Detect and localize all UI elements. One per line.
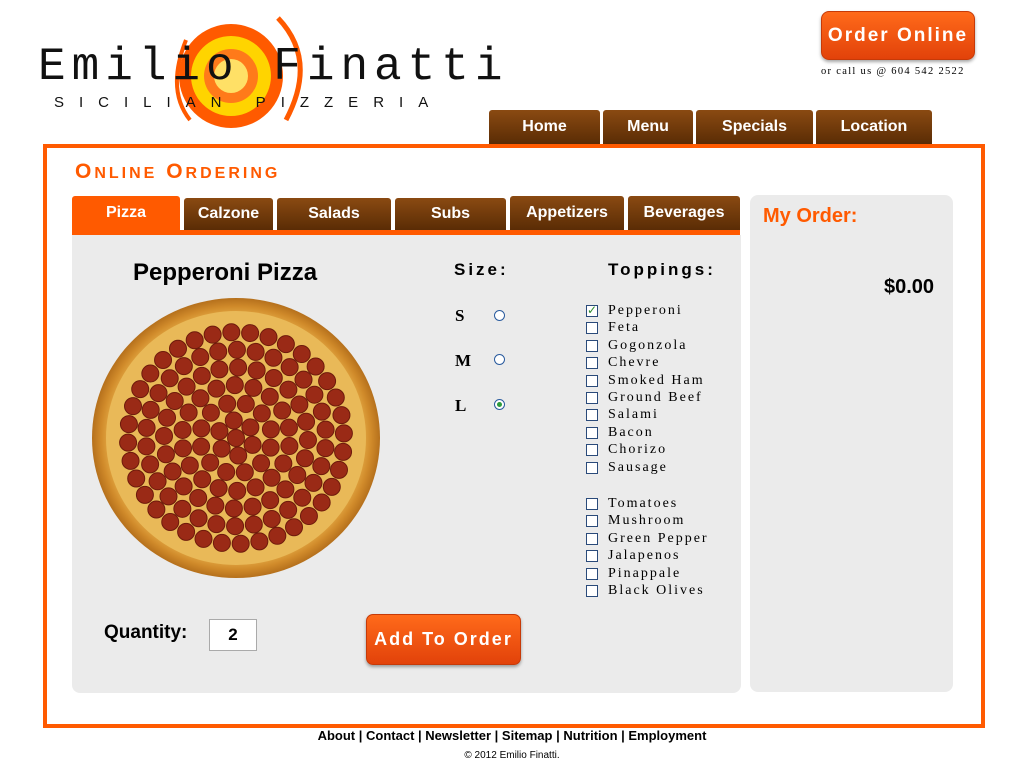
topping-checkbox[interactable] — [586, 392, 598, 404]
logo-subtitle: SICILIAN PIZZERIA — [54, 94, 444, 111]
topping-row[interactable]: Mushroom — [586, 513, 685, 529]
size-l-label: L — [455, 396, 467, 415]
size-m-radio[interactable] — [494, 354, 505, 365]
topping-row[interactable]: Chevre — [586, 355, 660, 371]
topping-label: Green Pepper — [608, 530, 709, 546]
topping-checkbox[interactable] — [586, 426, 598, 439]
topping-row[interactable]: Tomatoes — [586, 496, 678, 512]
footer-links: About | Contact | Newsletter | Sitemap |… — [317, 728, 707, 743]
my-order-title: My Order: — [763, 205, 858, 227]
toppings-label: Toppings: — [608, 260, 716, 279]
order-total: $0.00 — [884, 276, 935, 298]
topping-label: Mushroom — [608, 513, 686, 529]
footer-link-nutrition[interactable]: Nutrition — [563, 728, 617, 743]
topping-label: Feta — [608, 320, 641, 336]
topping-checkbox[interactable] — [586, 322, 598, 335]
topping-row[interactable]: Pinappale — [586, 566, 681, 582]
topping-label: Black Olives — [608, 583, 705, 598]
pizza-image — [92, 298, 380, 578]
copyright: © 2012 Emilio Finatti. — [464, 750, 560, 761]
footer-link-contact[interactable]: Contact — [366, 728, 414, 743]
topping-label: Smoked Ham — [608, 372, 705, 388]
topping-row[interactable]: Jalapenos — [586, 548, 680, 564]
topping-label: Bacon — [608, 424, 654, 440]
tab-salads[interactable]: Salads — [277, 198, 391, 230]
topping-row[interactable]: Chorizo — [586, 442, 667, 458]
tab-beverages[interactable]: Beverages — [628, 196, 740, 230]
topping-checkbox[interactable] — [586, 444, 598, 457]
quantity-label: Quantity: — [104, 622, 188, 643]
order-online-button[interactable]: Order Online — [821, 11, 975, 60]
nav-location[interactable]: Location — [816, 110, 932, 144]
topping-row[interactable]: Bacon — [586, 425, 654, 441]
topping-label: Chevre — [608, 355, 661, 371]
topping-checkbox[interactable] — [586, 498, 598, 510]
topping-row[interactable]: Sausage — [586, 460, 668, 476]
topping-checkbox[interactable] — [586, 550, 598, 563]
topping-row[interactable]: Black Olives — [586, 583, 705, 599]
tab-pizza[interactable]: Pizza — [72, 196, 180, 230]
section-title: ONLINE ORDERING — [75, 160, 281, 183]
topping-label: Chorizo — [608, 442, 668, 458]
topping-label: Gogonzola — [608, 337, 688, 353]
topping-label: Ground Beef — [608, 390, 703, 405]
topping-checkbox[interactable] — [586, 515, 598, 528]
topping-checkbox[interactable] — [586, 532, 598, 545]
topping-row[interactable]: Pepperoni — [586, 303, 683, 319]
topping-row[interactable]: Smoked Ham — [586, 373, 705, 389]
size-m-label: M — [455, 351, 472, 370]
footer-link-newsletter[interactable]: Newsletter — [425, 728, 491, 743]
size-s-radio[interactable] — [494, 310, 505, 321]
size-s-label: S — [455, 306, 465, 325]
quantity-input[interactable] — [209, 619, 257, 651]
product-title: Pepperoni Pizza — [133, 259, 318, 286]
topping-checkbox[interactable] — [586, 339, 598, 352]
topping-checkbox[interactable] — [586, 409, 598, 422]
nav-specials[interactable]: Specials — [696, 110, 813, 144]
size-label: Size: — [454, 260, 509, 279]
topping-checkbox[interactable] — [586, 303, 598, 317]
tab-appetizers[interactable]: Appetizers — [510, 196, 624, 230]
tab-calzone[interactable]: Calzone — [184, 198, 273, 230]
topping-row[interactable]: Green Pepper — [586, 531, 709, 547]
topping-checkbox[interactable] — [586, 461, 598, 474]
topping-row[interactable]: Feta — [586, 320, 640, 336]
topping-checkbox[interactable] — [586, 585, 598, 597]
topping-label: Tomatoes — [608, 496, 679, 511]
nav-home[interactable]: Home — [489, 110, 600, 144]
topping-label: Sausage — [608, 459, 668, 475]
topping-checkbox[interactable] — [586, 374, 598, 387]
footer-link-employment[interactable]: Employment — [628, 728, 706, 743]
footer-link-about[interactable]: About — [318, 728, 356, 743]
topping-label: Salami — [608, 407, 659, 423]
size-l-radio[interactable] — [494, 399, 505, 410]
topping-row[interactable]: Gogonzola — [586, 338, 687, 354]
topping-label: Pepperoni — [608, 303, 683, 318]
call-us-text: or call us @ 604 542 2522 — [821, 66, 965, 77]
order-panel — [750, 195, 953, 692]
topping-row[interactable]: Ground Beef — [586, 390, 703, 406]
topping-checkbox[interactable] — [586, 567, 598, 580]
topping-label: Pinappale — [608, 565, 682, 581]
topping-checkbox[interactable] — [586, 357, 598, 370]
tab-subs[interactable]: Subs — [395, 198, 506, 230]
topping-row[interactable]: Salami — [586, 407, 659, 423]
topping-label: Jalapenos — [608, 548, 681, 564]
nav-menu[interactable]: Menu — [603, 110, 693, 144]
footer-link-sitemap[interactable]: Sitemap — [502, 728, 553, 743]
logo-name[interactable]: Emilio Finatti — [38, 42, 508, 92]
add-to-order-button[interactable]: Add To Order — [366, 614, 521, 665]
